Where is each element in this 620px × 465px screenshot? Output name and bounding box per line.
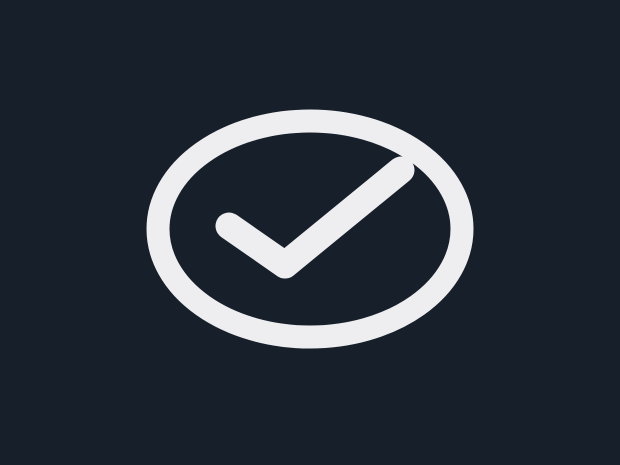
check-circle-icon [146,109,474,349]
icon-canvas [0,0,620,465]
check-mark [215,156,415,279]
